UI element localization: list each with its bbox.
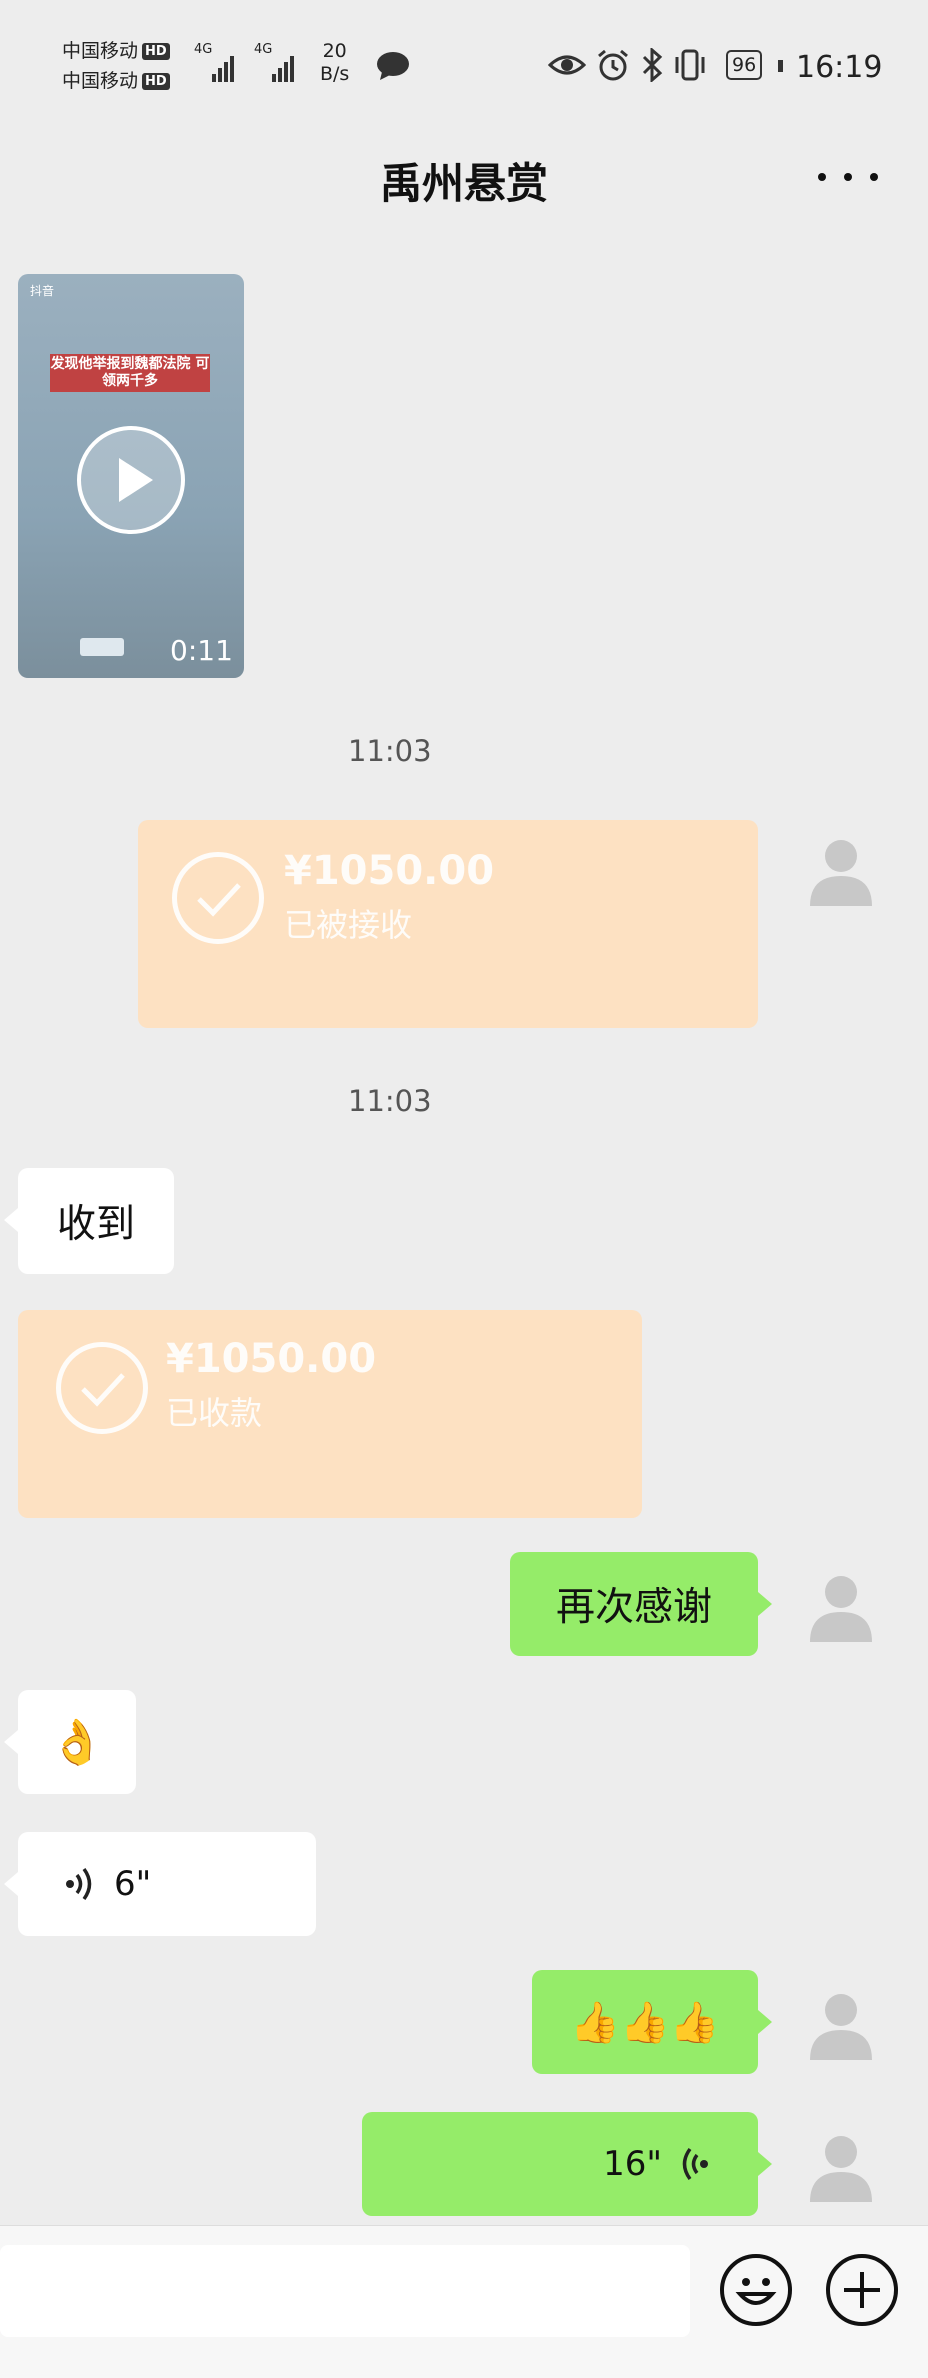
transfer-status: 已收款 (166, 1394, 263, 1432)
watermark-logo (80, 638, 124, 656)
ok-hand-emoji: 👌 (49, 1717, 105, 1768)
my-avatar[interactable] (802, 1566, 880, 1644)
timestamp: 11:03 (348, 1084, 432, 1118)
user-silhouette-icon (810, 2136, 872, 2202)
user-silhouette-icon (810, 840, 872, 906)
battery-level: 96 (726, 50, 763, 80)
emoji-button[interactable] (720, 2254, 792, 2326)
voice-duration: 16" (603, 2144, 662, 2184)
smiley-icon (735, 2278, 777, 2305)
alarm-icon (598, 49, 628, 81)
voice-wave-icon (66, 1867, 92, 1901)
thumbs-up-emoji: 👍👍👍 (570, 1999, 720, 2046)
message-input[interactable] (0, 2245, 690, 2337)
video-caption: 发现他举报到魏都法院 可领两千多 (50, 354, 210, 392)
play-button[interactable] (77, 426, 185, 534)
signal-bars-2-icon (272, 52, 296, 82)
outgoing-voice-message[interactable]: 16" (362, 2112, 758, 2216)
my-avatar[interactable] (802, 1984, 880, 2062)
incoming-emoji-message[interactable]: 👌 (18, 1690, 136, 1794)
clock-time: 16:19 (796, 50, 883, 85)
voice-duration: 6" (114, 1864, 152, 1904)
check-circle-icon (172, 852, 264, 944)
more-dots-icon[interactable] (818, 162, 878, 192)
network-speed: 20 B/s (320, 40, 350, 85)
vibrate-icon (675, 49, 705, 81)
user-silhouette-icon (810, 1994, 872, 2060)
voice-wave-icon (682, 2147, 708, 2181)
transfer-sent-card[interactable]: ¥1050.00 已被接收 (138, 820, 758, 1028)
bluetooth-icon (642, 48, 663, 82)
bubble-tail (4, 1872, 18, 1896)
carrier-2: 中国移动 HD (62, 68, 170, 95)
outgoing-emoji-message[interactable]: 👍👍👍 (532, 1970, 758, 2074)
timestamp: 11:03 (348, 734, 432, 768)
my-avatar[interactable] (802, 830, 880, 908)
network-1: 4G (194, 42, 213, 57)
play-icon (119, 458, 153, 502)
outgoing-text-message[interactable]: 再次感谢 (510, 1552, 758, 1656)
check-circle-icon (56, 1342, 148, 1434)
user-silhouette-icon (810, 1576, 872, 1642)
message-bubble-icon (377, 52, 409, 80)
transfer-status: 已被接收 (284, 906, 413, 944)
transfer-received-card[interactable]: ¥1050.00 已收款 (18, 1310, 642, 1518)
plus-icon (844, 2272, 880, 2308)
incoming-text-message[interactable]: 收到 (18, 1168, 174, 1274)
eye-icon (548, 55, 586, 75)
bubble-tail (758, 2010, 772, 2034)
message-text: 收到 (56, 1202, 135, 1247)
carrier-1: 中国移动 HD (62, 38, 170, 65)
message-text: 再次感谢 (555, 1585, 712, 1630)
my-avatar[interactable] (802, 2126, 880, 2204)
bubble-tail (758, 1592, 772, 1616)
signal-bars-1-icon (212, 52, 236, 82)
bubble-tail (758, 2152, 772, 2176)
plus-button[interactable] (826, 2254, 898, 2326)
bubble-tail (4, 1208, 18, 1232)
status-bar: 中国移动 HD 中国移动 HD 4G 4G 20 B/s 96 16:19 (0, 0, 928, 140)
incoming-voice-message[interactable]: 6" (18, 1832, 316, 1936)
app-label: 抖音 (30, 284, 55, 298)
video-duration: 0:11 (170, 634, 233, 667)
chat-title: 禹州悬赏 (379, 159, 548, 208)
bubble-tail (4, 1730, 18, 1754)
network-2: 4G (254, 42, 273, 57)
video-message[interactable]: 抖音 发现他举报到魏都法院 可领两千多 0:11 (18, 274, 244, 678)
battery-tip-icon (778, 60, 783, 72)
transfer-amount: ¥1050.00 (166, 1336, 377, 1382)
transfer-amount: ¥1050.00 (284, 848, 495, 894)
